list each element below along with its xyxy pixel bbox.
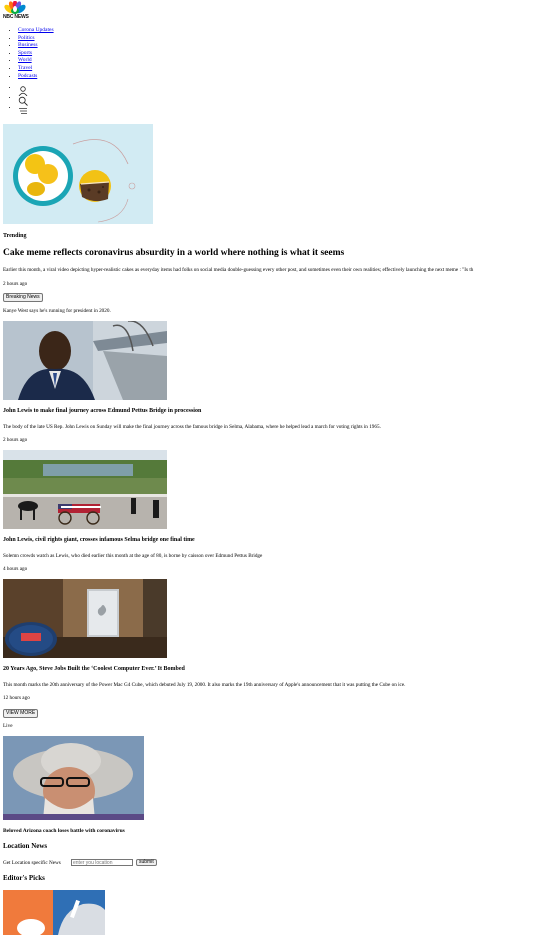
nav-item-world: World (18, 57, 54, 65)
vaccine-photo (3, 890, 105, 935)
nav-link-business[interactable]: Business (18, 42, 38, 48)
nav-item-politics: Politics (18, 35, 54, 43)
story-3-title[interactable]: 20 Years Ago, Steve Jobs Built the ‘Cool… (3, 666, 185, 672)
live-caption[interactable]: Beloved Arizona coach loses battle with … (3, 828, 125, 834)
story-2-image[interactable] (3, 450, 167, 529)
search-icon[interactable] (18, 96, 28, 106)
nav-link-travel[interactable]: Travel (18, 65, 32, 71)
brand-wordmark: NBC NEWS (3, 14, 29, 20)
location-submit-button[interactable]: submit (136, 859, 157, 866)
story-1-title[interactable]: John Lewis to make final journey across … (3, 408, 201, 414)
menu-icon[interactable] (18, 106, 28, 116)
story-3-summary: This month marks the 20th anniversary of… (3, 682, 406, 688)
story-2-time: 4 hours ago (3, 566, 28, 572)
view-more-button[interactable]: VIEW MORE (3, 709, 39, 718)
nav-item-business: Business (18, 42, 54, 50)
live-image[interactable] (3, 736, 144, 820)
breaking-news-text: Kanye West says he's running for preside… (3, 308, 111, 314)
main-nav: Corona Updates Politics Business Sports … (10, 27, 54, 80)
trending-image[interactable] (3, 124, 153, 224)
breaking-news-button[interactable]: Breaking News (3, 293, 43, 302)
search-icon-item (18, 96, 28, 106)
peacock-icon (4, 0, 26, 14)
trending-headline[interactable]: Cake meme reflects coronavirus absurdity… (3, 248, 344, 258)
nav-link-sports[interactable]: Sports (18, 50, 32, 56)
user-icon-item (18, 86, 28, 96)
nav-link-world[interactable]: World (18, 57, 32, 63)
trending-time: 2 hours ago (3, 281, 28, 287)
nav-link-corona-updates[interactable]: Corona Updates (18, 27, 54, 33)
trending-label: Trending (3, 233, 27, 239)
story-1-image[interactable] (3, 321, 167, 400)
story-1-summary: The body of the late US Rep. John Lewis … (3, 424, 381, 430)
story-3-image[interactable] (3, 579, 167, 658)
header-icons (10, 86, 28, 116)
trending-summary: Earlier this month, a viral video depict… (3, 267, 474, 273)
menu-icon-item (18, 106, 28, 116)
nbc-news-logo[interactable]: NBC NEWS (3, 0, 29, 20)
story-2-summary: Solemn crowds watch as Lewis, who died e… (3, 553, 263, 559)
story-3-time: 12 hours ago (3, 695, 30, 701)
story-1-time: 2 hours ago (3, 437, 28, 443)
location-news-heading: Location News (3, 842, 48, 850)
nav-item-travel: Travel (18, 65, 54, 73)
location-input[interactable] (71, 859, 133, 866)
user-icon[interactable] (18, 86, 28, 96)
g4-cube-photo (3, 579, 167, 658)
nav-item-sports: Sports (18, 50, 54, 58)
story-2-title[interactable]: John Lewis, civil rights giant, crosses … (3, 537, 195, 543)
live-label: Live (3, 723, 13, 729)
coach-photo (3, 736, 144, 820)
location-news-label: Get Location specific News (3, 860, 61, 866)
editors-pick-image[interactable] (3, 890, 105, 935)
nav-link-politics[interactable]: Politics (18, 35, 35, 41)
caisson-photo (3, 450, 167, 529)
nav-item-corona: Corona Updates (18, 27, 54, 35)
cake-illustration (13, 139, 136, 223)
editors-picks-heading: Editor's Picks (3, 874, 45, 882)
john-lewis-photo (3, 321, 167, 400)
nav-link-podcasts[interactable]: Podcasts (18, 73, 37, 79)
nav-item-podcasts: Podcasts (18, 73, 54, 81)
